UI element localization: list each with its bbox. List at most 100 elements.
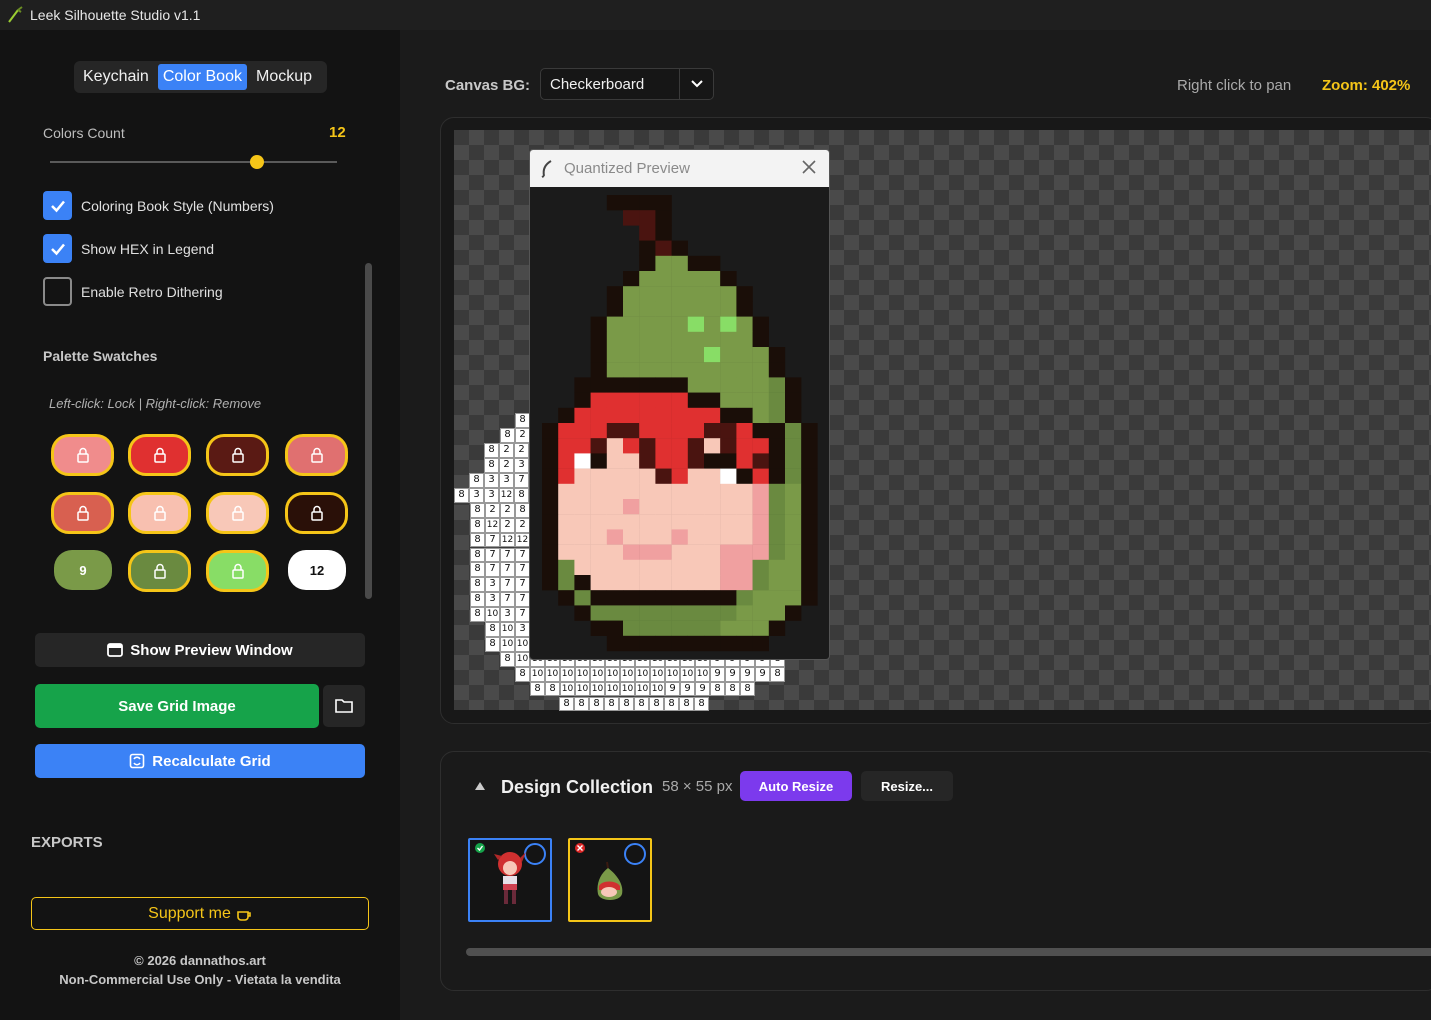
pixel (606, 635, 624, 652)
palette-swatch[interactable] (206, 492, 269, 534)
pixel (623, 301, 640, 317)
grid-cell: 2 (485, 502, 500, 518)
retro-dithering-checkbox[interactable] (43, 277, 72, 306)
pixel (606, 286, 624, 302)
grid-cell: 8 (770, 666, 785, 682)
pixel (623, 407, 640, 424)
quantized-preview-window[interactable]: Quantized Preview (529, 149, 830, 660)
folder-button[interactable] (323, 685, 365, 727)
show-hex-checkbox[interactable] (43, 234, 72, 263)
support-button[interactable]: Support me (31, 897, 369, 930)
tab-mockup[interactable]: Mockup (251, 64, 317, 90)
pixel (655, 590, 672, 606)
option-show-hex[interactable]: Show HEX in Legend (43, 234, 214, 263)
collection-scrollbar[interactable] (466, 948, 1431, 956)
recalculate-grid-button[interactable]: Recalculate Grid (35, 744, 365, 778)
grid-cell: 12 (515, 532, 530, 548)
pixel (639, 620, 656, 636)
collapse-arrow-icon[interactable] (474, 780, 486, 792)
window-title: Leek Silhouette Studio v1.1 (30, 7, 201, 23)
pixel (768, 529, 786, 545)
resize-button[interactable]: Resize... (861, 771, 953, 801)
grid-cell: 8 (470, 592, 485, 608)
pixel (606, 195, 624, 211)
pixel (558, 423, 575, 439)
pixel (801, 438, 818, 454)
grid-cell: 9 (665, 681, 680, 697)
tab-color-book[interactable]: Color Book (157, 64, 247, 90)
pixel (590, 407, 607, 424)
palette-swatch[interactable]: 9 (54, 550, 112, 590)
check-icon (50, 200, 65, 212)
pixel (736, 483, 753, 500)
pixel (574, 590, 591, 606)
collection-item[interactable] (468, 838, 552, 922)
palette-swatch[interactable] (51, 434, 114, 476)
pixel (639, 271, 656, 287)
pixel (590, 529, 607, 545)
pixel (606, 453, 624, 469)
canvas-bg-select[interactable]: Checkerboard (540, 68, 714, 100)
pixel (639, 301, 656, 317)
palette-swatch[interactable] (51, 492, 114, 534)
pixel (720, 438, 737, 454)
pixel (768, 423, 786, 439)
pixel (558, 453, 575, 469)
grid-cell: 10 (575, 666, 590, 682)
pixel (574, 438, 591, 454)
grid-cell: 3 (485, 577, 500, 593)
lock-icon (310, 447, 323, 463)
tab-keychain[interactable]: Keychain (78, 64, 154, 90)
grid-cell: 8 (740, 681, 755, 697)
pixel (720, 453, 737, 469)
palette-swatch[interactable] (206, 434, 269, 476)
sidebar-scrollbar[interactable] (365, 263, 372, 599)
palette-swatch[interactable] (206, 550, 269, 592)
collection-item[interactable] (568, 838, 652, 922)
colors-count-slider-track[interactable] (50, 161, 337, 163)
pixel (606, 514, 624, 530)
pixel (606, 529, 624, 545)
pixel (752, 514, 769, 530)
pixel (542, 514, 559, 530)
auto-resize-button[interactable]: Auto Resize (740, 771, 852, 801)
save-grid-button[interactable]: Save Grid Image (35, 684, 319, 728)
pixel (704, 605, 721, 621)
palette-swatch[interactable] (285, 492, 348, 534)
pixel (671, 544, 688, 560)
option-coloring-book[interactable]: Coloring Book Style (Numbers) (43, 191, 274, 220)
pixel (558, 529, 575, 545)
pixel (785, 514, 802, 530)
pixel (655, 544, 672, 560)
palette-swatch[interactable] (128, 434, 191, 476)
palette-swatch[interactable] (128, 492, 191, 534)
pixel (785, 377, 802, 393)
pixel (752, 499, 769, 515)
coloring-book-checkbox[interactable] (43, 191, 72, 220)
pixel (687, 377, 705, 393)
pixel (639, 240, 656, 256)
pixel (671, 438, 688, 454)
pixel (623, 575, 640, 591)
pixel (671, 483, 688, 500)
palette-swatch[interactable] (128, 550, 191, 592)
colors-count-slider-thumb[interactable] (249, 155, 264, 169)
pixel (542, 499, 559, 515)
option-retro-dithering[interactable]: Enable Retro Dithering (43, 277, 223, 306)
grid-cell: 10 (485, 607, 500, 622)
grid-cell: 8 (484, 443, 499, 459)
pixel (801, 529, 818, 545)
pixel (768, 499, 786, 515)
chevron-down-icon[interactable] (679, 69, 713, 99)
grid-cell: 12 (499, 487, 514, 503)
close-icon[interactable] (801, 159, 817, 175)
show-preview-button[interactable]: Show Preview Window (35, 633, 365, 667)
palette-swatch[interactable]: 12 (288, 550, 346, 590)
pixel (623, 529, 640, 545)
pixel (590, 483, 607, 500)
pixel (623, 331, 640, 348)
pixel (704, 544, 721, 560)
collection-title: Design Collection (501, 777, 654, 797)
palette-swatch[interactable] (285, 434, 348, 476)
grid-cell: 2 (499, 443, 514, 459)
